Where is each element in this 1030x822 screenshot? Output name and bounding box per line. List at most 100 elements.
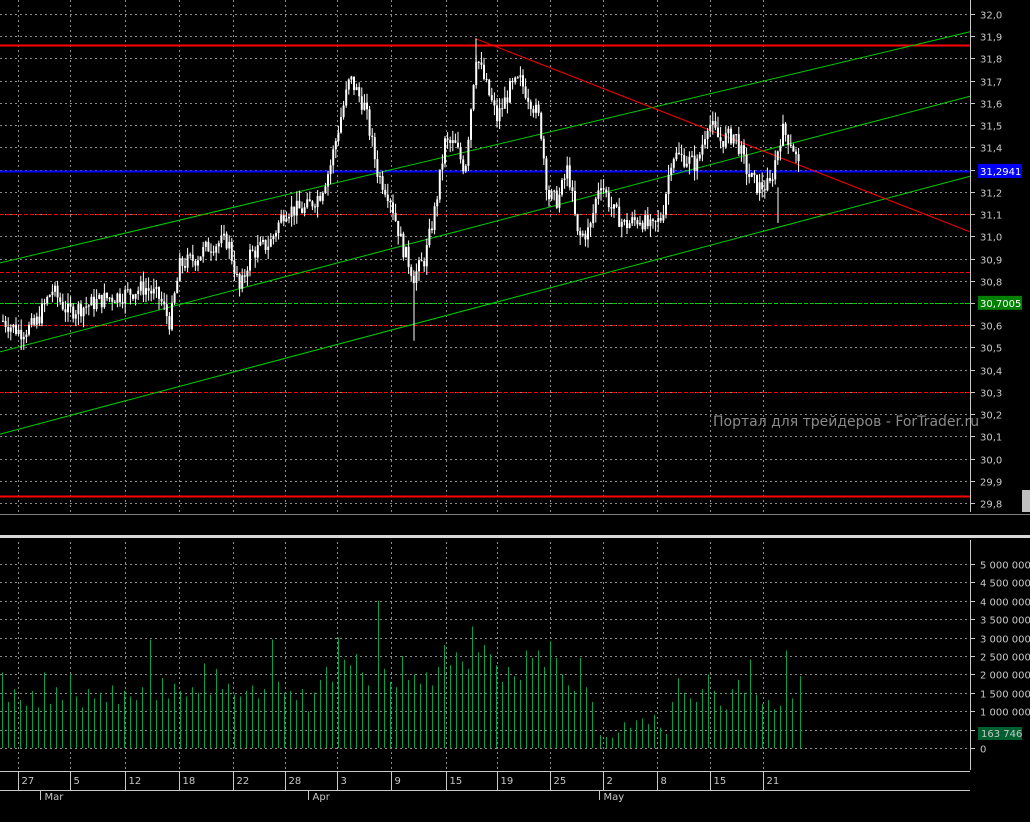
volume-tick-label: 4 000 000	[980, 598, 1030, 609]
candle-body	[698, 154, 701, 159]
candle-body	[347, 79, 350, 90]
candle-body	[782, 123, 784, 146]
candle-body	[727, 128, 730, 134]
time-tick-label: 15	[450, 776, 463, 787]
price-scrollbar[interactable]	[1022, 0, 1030, 490]
candle-body	[238, 273, 241, 289]
candle-body	[457, 142, 459, 148]
candle-body	[280, 215, 283, 223]
panel-separator-bar[interactable]	[0, 535, 1030, 538]
candle-body	[340, 117, 342, 133]
candle-body	[171, 302, 173, 330]
candle-body	[410, 267, 413, 276]
candle-body	[563, 178, 566, 180]
candle-body	[303, 207, 306, 213]
candle-body	[87, 305, 90, 307]
candle-body	[459, 147, 462, 160]
price-tick-label: 30,8	[980, 278, 1002, 289]
candle-body	[631, 217, 634, 224]
candle-body	[711, 120, 714, 125]
candle-body	[74, 314, 77, 319]
candle-body	[688, 156, 691, 164]
time-tick-label: 18	[183, 776, 196, 787]
candle-body	[327, 174, 329, 187]
candle-body	[576, 214, 579, 232]
candle-body	[652, 219, 654, 221]
candle-body	[607, 192, 610, 208]
candle-body	[524, 86, 527, 98]
candle-body	[464, 165, 467, 172]
time-tick-label: 22	[237, 776, 250, 787]
candle-body	[766, 178, 769, 191]
candle-body	[298, 200, 301, 209]
candle-body	[290, 206, 293, 217]
candle-body	[480, 62, 483, 65]
candle-body	[152, 288, 155, 294]
price-tick-label: 31,2	[980, 189, 1002, 200]
candle-body	[748, 174, 751, 177]
candle-body	[680, 153, 683, 156]
candle-body	[719, 137, 722, 142]
price-scrollbar-thumb[interactable]	[1022, 490, 1030, 512]
candle-body	[649, 219, 652, 227]
candle-body	[329, 165, 332, 175]
candle-body	[620, 221, 623, 227]
candle-body	[779, 145, 782, 152]
candle-body	[386, 194, 389, 202]
candle-body	[732, 134, 735, 144]
candle-body	[108, 297, 111, 299]
candle-body	[113, 301, 116, 303]
candle-body	[724, 133, 727, 147]
candle-body	[228, 241, 231, 249]
candle-body	[22, 336, 25, 340]
candle-body	[506, 97, 509, 103]
candle-body	[69, 303, 72, 307]
price-tick-label: 32,0	[980, 11, 1002, 22]
candle-body	[545, 158, 548, 190]
candle-body	[737, 134, 740, 154]
time-tick-label: 15	[714, 776, 727, 787]
candle-body	[355, 87, 358, 91]
candle-body	[181, 258, 184, 267]
price-label-text: 30,7005	[980, 299, 1021, 310]
candle-body	[477, 61, 480, 63]
candle-body	[431, 228, 433, 231]
candle-body	[709, 124, 712, 131]
candle-body	[503, 97, 506, 109]
candle-body	[745, 154, 748, 175]
candle-body	[532, 109, 535, 113]
candle-body	[30, 318, 33, 325]
candle-body	[436, 199, 439, 207]
candle-body	[249, 249, 251, 271]
watermark: Портал для трейдеров - ForTrader.ru	[713, 414, 979, 430]
candle-body	[685, 163, 688, 167]
candle-body	[514, 77, 517, 83]
candle-body	[740, 145, 743, 154]
candle-body	[199, 256, 202, 261]
candle-body	[77, 304, 80, 315]
volume-tick-label: 5 000 000	[980, 561, 1030, 572]
price-tick-label: 31,7	[980, 78, 1002, 89]
candle-body	[217, 243, 220, 247]
candle-body	[691, 155, 693, 157]
candle-body	[337, 132, 340, 141]
candle-body	[311, 201, 314, 207]
candle-body	[529, 101, 532, 110]
candle-body	[535, 104, 537, 113]
time-tick-label: 2	[607, 776, 613, 787]
candle-body	[774, 160, 777, 180]
candle-body	[665, 194, 667, 215]
candle-body	[706, 130, 709, 140]
candle-body	[56, 285, 59, 298]
candle-body	[321, 192, 324, 201]
candle-body	[789, 144, 792, 146]
candle-body	[600, 188, 602, 191]
candle-body	[675, 152, 678, 160]
candle-body	[423, 261, 426, 267]
candle-body	[124, 289, 127, 304]
price-tick-label: 30,1	[980, 433, 1002, 444]
candle-body	[548, 189, 550, 200]
candle-body	[693, 155, 696, 171]
candle-body	[267, 246, 270, 250]
time-tick-label: 5	[74, 776, 80, 787]
